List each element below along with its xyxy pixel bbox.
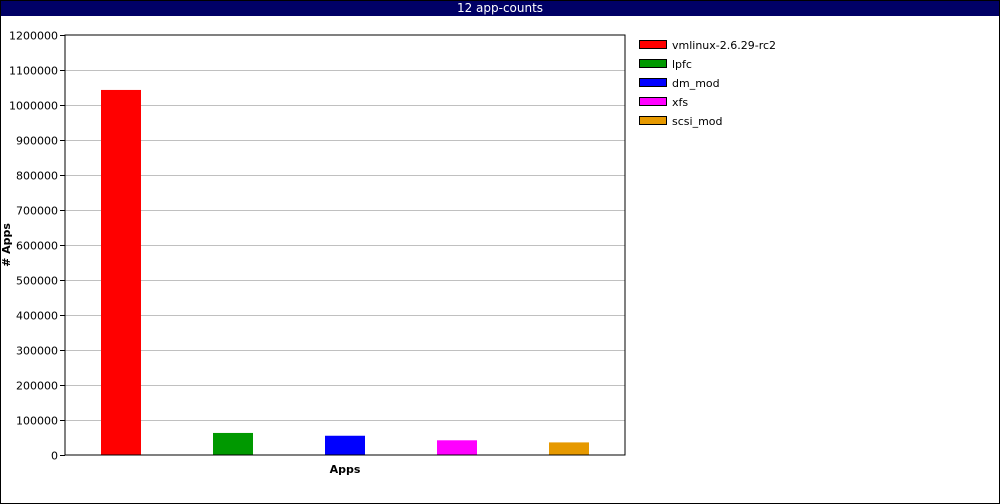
bar-xfs — [437, 440, 477, 455]
chart-svg: 0 100000 200000 300000 400000 500000 600000 700… — [0, 30, 776, 477]
y-tick-label: 200000 — [16, 380, 58, 393]
y-tick-label: 300000 — [16, 345, 58, 358]
legend-label: lpfc — [672, 58, 692, 71]
legend-label: dm_mod — [672, 77, 720, 90]
x-axis-label: Apps — [330, 463, 361, 476]
bar-dm-mod — [325, 435, 365, 455]
y-tick-label: 600000 — [16, 240, 58, 253]
y-axis-ticks: 0 100000 200000 300000 400000 500000 600000 700… — [9, 30, 65, 463]
y-tick-label: 400000 — [16, 310, 58, 323]
legend-swatch — [639, 116, 667, 125]
bar-scsi-mod — [549, 442, 589, 455]
y-tick-label: 700000 — [16, 205, 58, 218]
legend-swatch — [639, 40, 667, 49]
legend-swatch — [639, 78, 667, 87]
y-tick-label: 800000 — [16, 170, 58, 183]
bar-vmlinux-2-6-29-rc2 — [101, 89, 141, 455]
legend-swatch — [639, 59, 667, 68]
grid-lines — [65, 70, 625, 421]
y-tick-label: 1100000 — [9, 65, 58, 78]
legend-label: scsi_mod — [672, 115, 723, 128]
legend-swatch — [639, 97, 667, 106]
y-tick-label: 0 — [51, 450, 58, 463]
legend: vmlinux-2.6.29-rc2 lpfc dm_modxfs scsi_mod — [639, 39, 776, 128]
y-tick-label: 900000 — [16, 135, 58, 148]
y-tick-label: 1200000 — [9, 30, 58, 43]
y-tick-label: 500000 — [16, 275, 58, 288]
legend-label: xfs — [672, 96, 688, 109]
y-tick-label: 100000 — [16, 415, 58, 428]
y-axis-label: # Apps — [0, 223, 13, 267]
legend-label: vmlinux-2.6.29-rc2 — [672, 39, 776, 52]
y-tick-label: 1000000 — [9, 100, 58, 113]
bar-lpfc — [213, 432, 253, 455]
bars — [101, 89, 589, 455]
